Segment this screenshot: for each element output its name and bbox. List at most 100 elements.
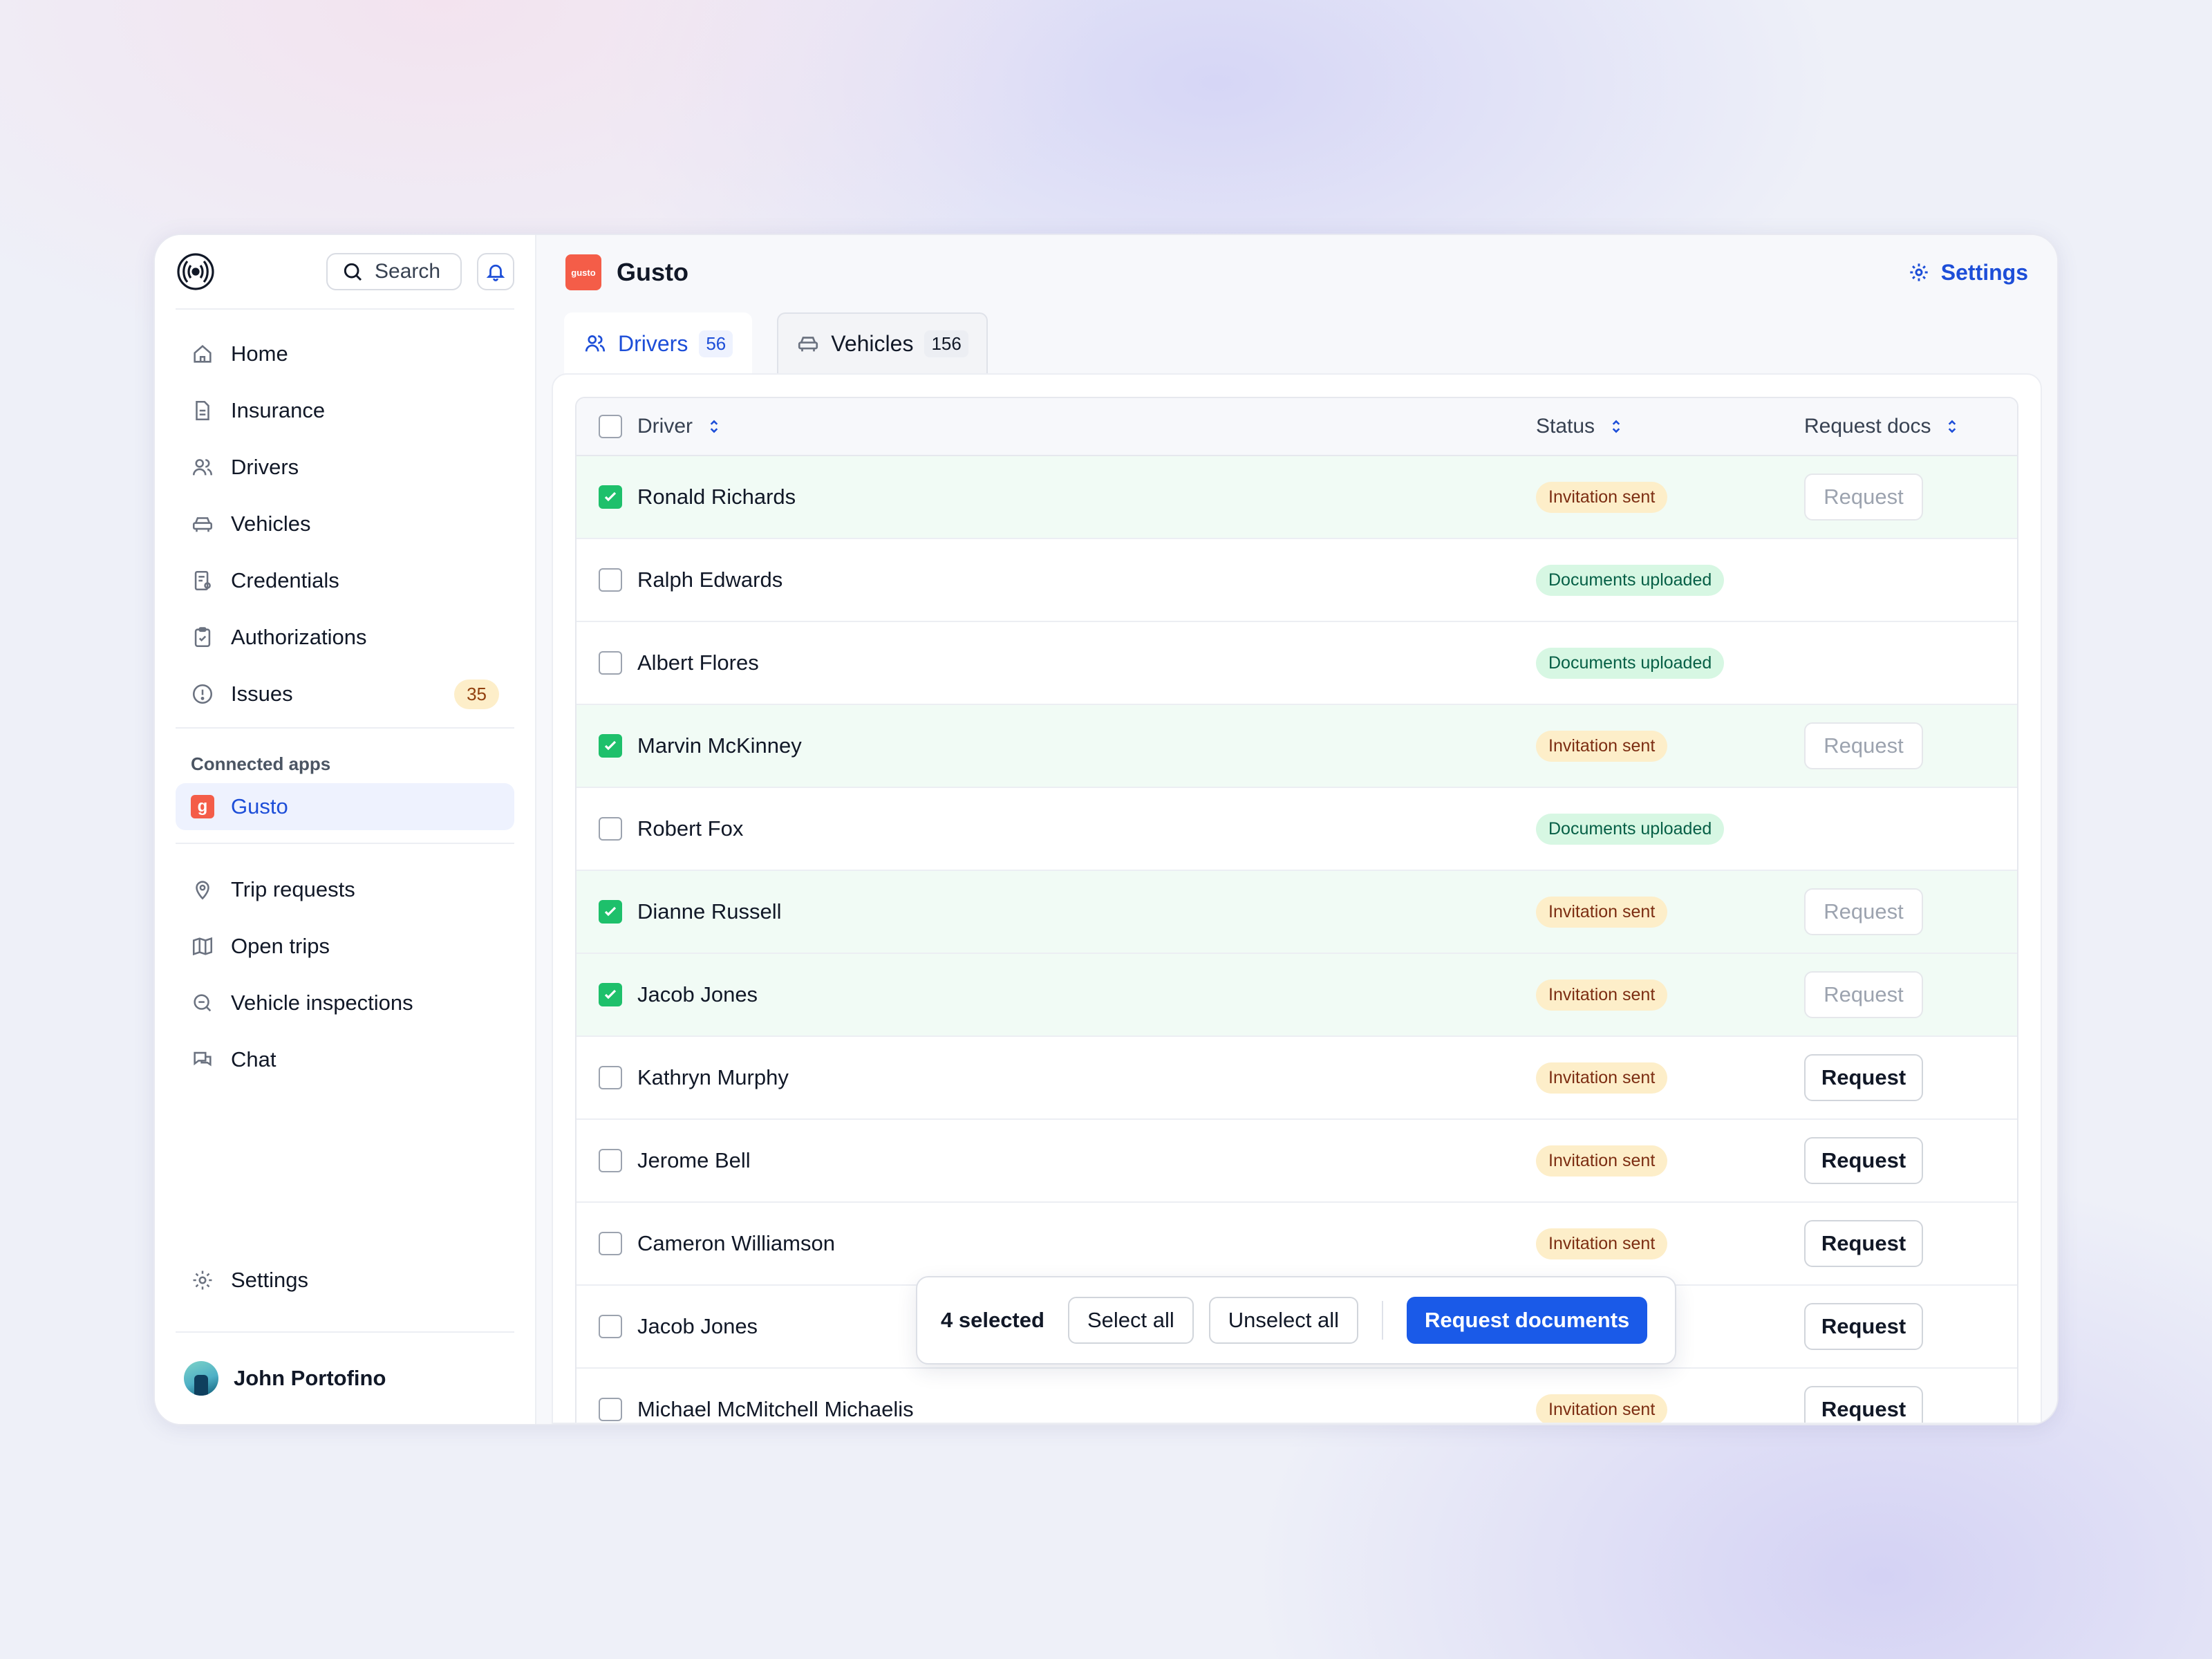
chat-icon: [194, 1051, 212, 1067]
tab-vehicles[interactable]: Vehicles 156: [777, 312, 988, 373]
table-row[interactable]: Michael McMitchell Michaelis Invitation …: [577, 1369, 2017, 1423]
user-profile[interactable]: John Portofino: [176, 1331, 514, 1424]
row-checkbox[interactable]: [599, 1315, 622, 1338]
sidebar-item-home[interactable]: Home: [176, 330, 514, 377]
secondary-nav: Trip requests Open trips Vehicle inspect…: [176, 854, 514, 1083]
sidebar-item-issues[interactable]: Issues 35: [176, 671, 514, 718]
sidebar-item-chat[interactable]: Chat: [176, 1036, 514, 1083]
request-button[interactable]: Request: [1804, 1303, 1923, 1350]
notifications-button[interactable]: [477, 253, 514, 290]
driver-name: Jacob Jones: [637, 1314, 758, 1338]
connected-apps-label: Connected apps: [191, 753, 331, 774]
gear-icon: [193, 1271, 212, 1290]
row-checkbox[interactable]: [599, 651, 622, 675]
request-button[interactable]: Request: [1804, 971, 1923, 1018]
request-button[interactable]: Request: [1804, 1220, 1923, 1267]
request-button[interactable]: Request: [1804, 888, 1923, 935]
table-row[interactable]: Jacob Jones Invitation sent Request: [577, 954, 2017, 1037]
row-checkbox[interactable]: [599, 983, 622, 1006]
row-checkbox[interactable]: [599, 734, 622, 758]
request-documents-button[interactable]: Request documents: [1406, 1297, 1648, 1344]
drivers-table: Driver Status Request docs Ronald Richar…: [575, 397, 2018, 1423]
primary-nav: Home Insurance Drivers Vehicles Credenti…: [176, 310, 514, 718]
sort-icon[interactable]: [1943, 418, 1961, 435]
table-row[interactable]: Cameron Williamson Invitation sent Reque…: [577, 1203, 2017, 1286]
status-badge: Invitation sent: [1536, 1145, 1668, 1177]
search-button[interactable]: Search: [326, 253, 462, 290]
table-row[interactable]: Ralph Edwards Documents uploaded: [577, 539, 2017, 622]
row-checkbox[interactable]: [599, 1232, 622, 1255]
row-checkbox[interactable]: [599, 900, 622, 924]
sidebar-item-vehicles[interactable]: Vehicles: [176, 500, 514, 547]
home-icon: [194, 344, 212, 363]
gusto-logo: gusto: [565, 254, 601, 290]
driver-name: Marvin McKinney: [637, 733, 802, 758]
status-badge: Invitation sent: [1536, 1228, 1668, 1259]
tab-drivers[interactable]: Drivers 56: [564, 312, 753, 373]
selected-count: 4 selected: [941, 1308, 1044, 1332]
tab-count: 156: [924, 330, 968, 357]
status-badge: Invitation sent: [1536, 896, 1668, 928]
sidebar-item-trip-requests[interactable]: Trip requests: [176, 866, 514, 913]
request-button[interactable]: Request: [1804, 1054, 1923, 1101]
table-row[interactable]: Marvin McKinney Invitation sent Request: [577, 705, 2017, 788]
inspect-icon: [194, 994, 212, 1012]
table-row[interactable]: Robert Fox Documents uploaded: [577, 788, 2017, 871]
sidebar-item-insurance[interactable]: Insurance: [176, 387, 514, 434]
select-all-checkbox[interactable]: [599, 415, 622, 438]
tab-count: 56: [699, 330, 733, 357]
avatar: [184, 1361, 218, 1396]
brand-logo-icon[interactable]: [176, 252, 216, 292]
row-checkbox[interactable]: [599, 1398, 622, 1421]
driver-name: Jacob Jones: [637, 982, 758, 1006]
issues-count-badge: 35: [454, 679, 499, 709]
row-checkbox[interactable]: [599, 568, 622, 592]
driver-name: Albert Flores: [637, 650, 759, 675]
user-name: John Portofino: [234, 1366, 386, 1390]
check-icon: [604, 491, 617, 502]
sidebar-item-gusto[interactable]: g Gusto: [176, 783, 514, 830]
status-badge: Invitation sent: [1536, 979, 1668, 1011]
driver-name: Cameron Williamson: [637, 1231, 835, 1255]
sidebar-item-settings[interactable]: Settings: [176, 1257, 514, 1304]
sort-icon[interactable]: [1607, 418, 1625, 435]
sidebar-item-vehicle-inspections[interactable]: Vehicle inspections: [176, 980, 514, 1027]
status-badge: Invitation sent: [1536, 1062, 1668, 1094]
driver-name: Ralph Edwards: [637, 568, 783, 592]
row-checkbox[interactable]: [599, 1066, 622, 1089]
unselect-all-button[interactable]: Unselect all: [1208, 1297, 1358, 1344]
sidebar-item-drivers[interactable]: Drivers: [176, 444, 514, 491]
driver-name: Robert Fox: [637, 816, 744, 841]
table-row[interactable]: Albert Flores Documents uploaded: [577, 622, 2017, 705]
map-pin-icon: [196, 881, 209, 900]
car-icon: [798, 337, 818, 352]
request-button[interactable]: Request: [1804, 1137, 1923, 1184]
sidebar-item-open-trips[interactable]: Open trips: [176, 923, 514, 970]
request-button[interactable]: Request: [1804, 722, 1923, 769]
row-checkbox[interactable]: [599, 1149, 622, 1172]
search-label: Search: [375, 260, 441, 283]
car-icon: [192, 517, 213, 532]
row-checkbox[interactable]: [599, 817, 622, 841]
alert-circle-icon: [192, 684, 213, 704]
table-row[interactable]: Kathryn Murphy Invitation sent Request: [577, 1037, 2017, 1120]
table-row[interactable]: Dianne Russell Invitation sent Request: [577, 871, 2017, 954]
request-button[interactable]: Request: [1804, 1386, 1923, 1423]
sort-icon[interactable]: [705, 418, 723, 435]
driver-name: Kathryn Murphy: [637, 1065, 789, 1089]
select-all-button[interactable]: Select all: [1067, 1297, 1194, 1344]
table-header: Driver Status Request docs: [577, 398, 2017, 456]
table-row[interactable]: Jerome Bell Invitation sent Request: [577, 1120, 2017, 1203]
map-icon: [192, 937, 213, 956]
row-checkbox[interactable]: [599, 485, 622, 509]
column-header-status: Status: [1536, 415, 1595, 438]
document-icon: [196, 400, 209, 421]
sidebar-item-credentials[interactable]: Credentials: [176, 557, 514, 604]
app-settings-link[interactable]: Settings: [1908, 260, 2028, 285]
request-button[interactable]: Request: [1804, 474, 1923, 521]
check-icon: [604, 989, 617, 1000]
status-badge: Invitation sent: [1536, 481, 1668, 513]
sidebar-item-authorizations[interactable]: Authorizations: [176, 614, 514, 661]
table-row[interactable]: Ronald Richards Invitation sent Request: [577, 456, 2017, 539]
bell-icon: [486, 264, 505, 281]
